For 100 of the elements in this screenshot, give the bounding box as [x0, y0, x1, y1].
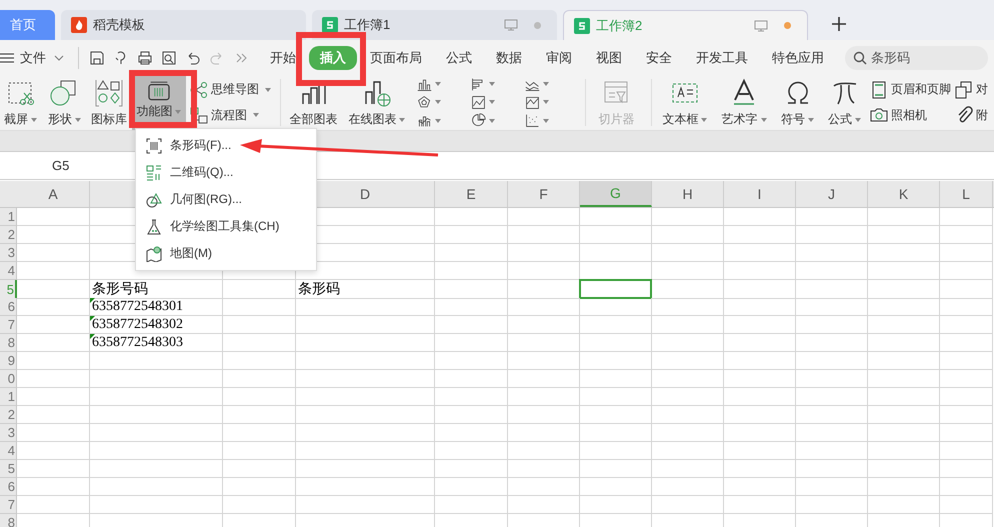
row-header[interactable]: 4 [0, 262, 17, 280]
table-cell [580, 334, 652, 352]
table-cell [724, 388, 796, 406]
table-cell [508, 496, 580, 514]
object-button[interactable]: 对 [955, 80, 994, 99]
table-cell [796, 442, 868, 460]
row-header[interactable]: 3 [0, 244, 17, 262]
table-cell [940, 442, 993, 460]
text-box-button[interactable]: 文本框 [658, 75, 712, 130]
table-cell [652, 352, 724, 370]
equation-button[interactable]: 公式 [823, 75, 866, 130]
camera-button[interactable]: 照相机 [870, 106, 956, 124]
new-tab-icon[interactable] [832, 17, 846, 31]
flask-icon [146, 218, 162, 234]
menu-icon[interactable] [0, 52, 14, 62]
screenshot-button[interactable]: 截屏 [2, 75, 39, 130]
map-icon [146, 246, 162, 262]
ribbon-tab[interactable]: 审阅 [535, 46, 583, 70]
ribbon-tab[interactable]: 数据 [485, 46, 533, 70]
table-cell [652, 442, 724, 460]
row-header[interactable]: 5 [0, 460, 17, 478]
document-tab[interactable]: 稻壳模板 [61, 10, 306, 40]
flowchart-button[interactable]: 流程图 [190, 106, 274, 124]
table-cell [652, 262, 724, 280]
row-header[interactable]: 6 [0, 478, 17, 496]
table-cell [940, 478, 993, 496]
header-footer-button[interactable]: 页眉和页脚 [870, 80, 956, 99]
column-header[interactable]: H [652, 181, 724, 207]
row-header[interactable]: 7 [0, 496, 17, 514]
table-cell [868, 370, 940, 388]
search-field[interactable]: 条形码 [845, 46, 988, 70]
chevron-down-icon[interactable] [54, 54, 64, 60]
menu-item[interactable]: 地图(M) [136, 240, 212, 267]
print-icon[interactable] [137, 50, 153, 66]
row-header[interactable]: 2 [0, 406, 17, 424]
row-header[interactable]: 4 [0, 442, 17, 460]
table-cell [580, 316, 652, 334]
row-header[interactable]: 7 [0, 316, 17, 334]
table-cell: 条形号码 [90, 280, 223, 299]
menu-item[interactable]: 几何图(RG)... [136, 186, 242, 213]
table-cell [940, 388, 993, 406]
row-header[interactable]: 8 [0, 514, 17, 527]
column-header[interactable]: L [940, 181, 993, 207]
column-header[interactable]: J [796, 181, 868, 207]
ribbon-tab[interactable]: 开始 [259, 46, 307, 70]
table-cell [796, 244, 868, 262]
table-cell [796, 406, 868, 424]
icon-library-button[interactable]: 图标库 [90, 75, 128, 130]
shapes-button[interactable]: 形状 [43, 75, 86, 130]
table-cell [580, 496, 652, 514]
row-header[interactable]: 6 [0, 298, 17, 316]
column-header[interactable]: I [724, 181, 796, 207]
table-cell [508, 406, 580, 424]
table-cell [652, 424, 724, 442]
ribbon-tab[interactable]: 公式 [435, 46, 483, 70]
ribbon-tab[interactable]: 页面布局 [359, 46, 433, 70]
table-cell [940, 280, 993, 299]
table-cell: 6358772548303 [90, 334, 223, 352]
table-cell [580, 244, 652, 262]
row-header[interactable]: 1 [0, 388, 17, 406]
document-tab[interactable]: 工作簿1 [312, 10, 557, 40]
name-box[interactable]: G5 [52, 158, 70, 173]
column-header[interactable]: K [868, 181, 940, 207]
row-header[interactable]: 3 [0, 424, 17, 442]
row-header[interactable]: 2 [0, 226, 17, 244]
ribbon-tab[interactable]: 视图 [585, 46, 633, 70]
print-preview-icon[interactable] [161, 50, 177, 66]
table-cell [868, 388, 940, 406]
file-menu[interactable]: 文件 [20, 48, 46, 66]
table-cell [940, 352, 993, 370]
table-cell [652, 406, 724, 424]
online-charts-button[interactable]: 在线图表 [344, 75, 410, 130]
table-cell [796, 262, 868, 280]
word-art-button[interactable]: 艺术字 [716, 75, 772, 130]
ribbon-tab[interactable]: 安全 [635, 46, 683, 70]
row-header[interactable]: 9 [0, 352, 17, 370]
menu-item[interactable]: 条形码(F)... [136, 132, 232, 159]
save-icon[interactable] [89, 50, 105, 66]
table-cell [580, 460, 652, 478]
menu-item[interactable]: 二维码(Q)... [136, 159, 234, 186]
table-cell [724, 334, 796, 352]
ribbon-tab[interactable]: 特色应用 [761, 46, 835, 70]
table-cell [508, 460, 580, 478]
ribbon-tab[interactable]: 开发工具 [685, 46, 759, 70]
row-header[interactable]: 1 [0, 208, 17, 226]
table-cell [940, 406, 993, 424]
table-cell [508, 424, 580, 442]
column-header[interactable]: E [435, 181, 508, 207]
mind-map-button[interactable]: 思维导图 [190, 80, 274, 99]
table-cell [652, 244, 724, 262]
menu-item[interactable]: 化学绘图工具集(CH) [136, 213, 280, 240]
column-header[interactable]: A [17, 181, 90, 207]
table-cell [868, 442, 940, 460]
row-header[interactable]: 0 [0, 370, 17, 388]
table-cell [724, 370, 796, 388]
attachment-button[interactable]: 附 [955, 106, 994, 124]
symbol-button[interactable]: 符号 [776, 75, 820, 130]
monitor-icon[interactable] [754, 20, 768, 32]
all-charts-button[interactable]: 全部图表 [286, 75, 341, 130]
row-header[interactable]: 8 [0, 334, 17, 352]
